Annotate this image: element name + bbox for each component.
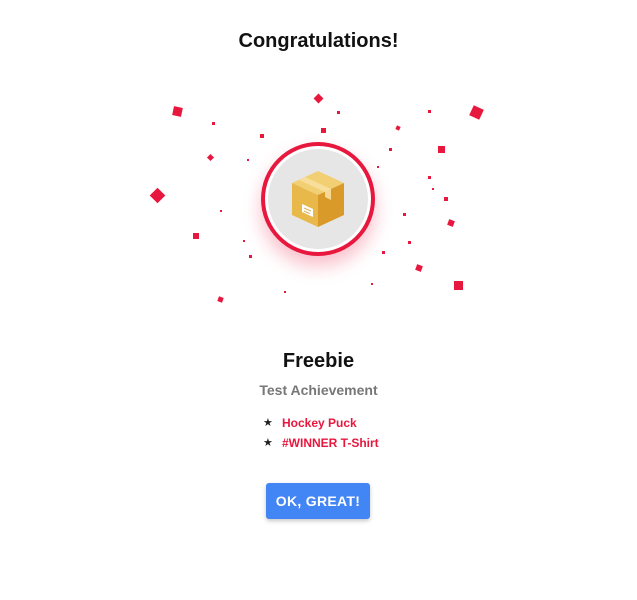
confetti-piece <box>371 283 373 285</box>
celebration-graphic <box>0 0 637 340</box>
confetti-piece <box>415 264 423 272</box>
confetti-piece <box>382 251 385 254</box>
confetti-piece <box>428 176 431 179</box>
confetti-piece <box>337 111 340 114</box>
confetti-piece <box>454 281 463 290</box>
confetti-piece <box>321 128 326 133</box>
confetti-piece <box>403 213 406 216</box>
confetti-piece <box>447 219 455 227</box>
confetti-piece <box>220 210 222 212</box>
confetti-piece <box>432 188 434 190</box>
confetti-piece <box>172 106 183 117</box>
ok-great-button[interactable]: OK, GREAT! <box>266 483 370 519</box>
star-icon: ★ <box>263 436 273 449</box>
star-icon: ★ <box>263 416 273 429</box>
reward-link-hockey-puck[interactable]: Hockey Puck <box>282 416 357 430</box>
package-box-icon <box>292 171 344 227</box>
reward-list: ★ Hockey Puck ★ #WINNER T-Shirt <box>263 413 379 453</box>
achievement-name: Freebie <box>282 350 355 372</box>
confetti-piece <box>284 291 286 293</box>
confetti-piece <box>469 105 484 120</box>
confetti-piece <box>193 233 199 239</box>
reward-link-winner-tshirt[interactable]: #WINNER T-Shirt <box>282 436 379 450</box>
confetti-piece <box>247 159 249 161</box>
confetti-piece <box>249 255 252 258</box>
confetti-piece <box>206 153 215 162</box>
confetti-piece <box>243 240 245 242</box>
confetti-piece <box>217 296 224 303</box>
confetti-piece <box>260 134 264 138</box>
confetti-piece <box>149 187 166 204</box>
confetti-piece <box>212 122 215 125</box>
confetti-piece <box>438 146 445 153</box>
achievement-badge <box>261 142 375 256</box>
confetti-piece <box>395 125 401 131</box>
reward-item: ★ Hockey Puck <box>263 413 379 433</box>
reward-item: ★ #WINNER T-Shirt <box>263 433 379 453</box>
confetti-piece <box>428 110 431 113</box>
confetti-piece <box>444 197 448 201</box>
confetti-piece <box>389 148 392 151</box>
confetti-piece <box>313 93 324 104</box>
achievement-dialog: Congratulations! Freebie Test Achievemen… <box>0 0 637 600</box>
confetti-piece <box>377 166 379 168</box>
achievement-subtitle: Test Achievement <box>259 382 378 398</box>
confetti-piece <box>408 241 411 244</box>
